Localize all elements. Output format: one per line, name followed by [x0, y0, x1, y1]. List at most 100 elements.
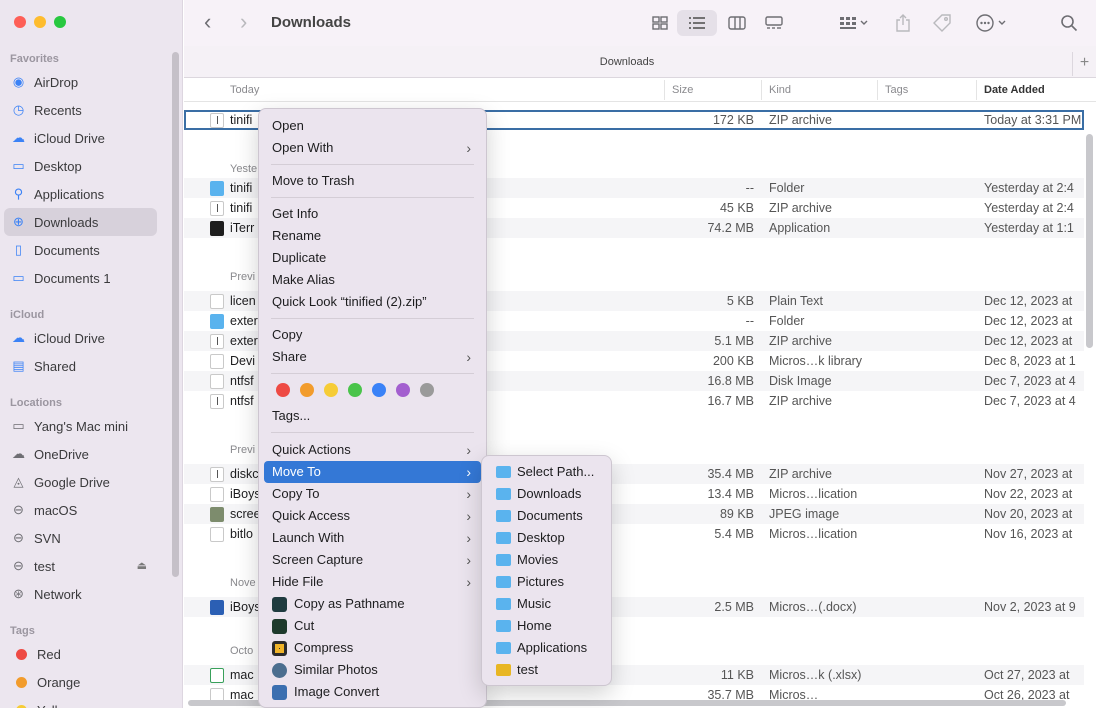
eject-icon[interactable]: ⏏ — [137, 559, 147, 572]
folder-icon — [496, 642, 511, 654]
submenu-item-desktop[interactable]: Desktop — [487, 527, 606, 549]
menu-image-convert[interactable]: Image Convert — [264, 681, 481, 703]
submenu-item-pictures[interactable]: Pictures — [487, 571, 606, 593]
menu-move-to-trash[interactable]: Move to Trash — [264, 170, 481, 192]
sidebar-item-macos[interactable]: ⊖ macOS — [4, 496, 157, 524]
submenu-item-downloads[interactable]: Downloads — [487, 483, 606, 505]
minimize-button[interactable] — [34, 16, 46, 28]
sidebar-item-icloud-drive[interactable]: ☁ iCloud Drive — [4, 324, 157, 352]
column-name[interactable]: Today — [230, 84, 259, 96]
submenu-item-test[interactable]: test — [487, 659, 606, 681]
sidebar-item-recents[interactable]: ◷ Recents — [4, 96, 157, 124]
file-kind: Micros…lication — [769, 527, 858, 541]
sidebar-item-desktop[interactable]: ▭ Desktop — [4, 152, 157, 180]
tab-downloads[interactable]: Downloads — [184, 56, 1070, 68]
menu-compress[interactable]: Compress — [264, 637, 481, 659]
menu-cut[interactable]: Cut — [264, 615, 481, 637]
file-kind: Micros…(.docx) — [769, 600, 857, 614]
action-button[interactable] — [974, 10, 1010, 36]
tag-color-swatch[interactable] — [324, 383, 338, 397]
submenu-item-applications[interactable]: Applications — [487, 637, 606, 659]
tag-color-swatch[interactable] — [420, 383, 434, 397]
menu-move-to[interactable]: Move To › — [264, 461, 481, 483]
menu-hide-file[interactable]: Hide File › — [264, 571, 481, 593]
tag-color-swatch[interactable] — [276, 383, 290, 397]
external-disk-icon: ⊖ — [13, 558, 24, 573]
column-size[interactable]: Size — [672, 84, 693, 96]
menu-rename[interactable]: Rename — [264, 225, 481, 247]
list-vertical-scrollbar[interactable] — [1086, 134, 1093, 348]
sidebar-item-shared[interactable]: ▤ Shared — [4, 352, 157, 380]
sidebar-item-orange[interactable]: Orange — [4, 668, 157, 696]
cloud-icon: ☁ — [12, 446, 25, 461]
menu-copy-to[interactable]: Copy To › — [264, 483, 481, 505]
sidebar-item-documents-1[interactable]: ▭ Documents 1 — [4, 264, 157, 292]
group-by-button[interactable] — [834, 10, 874, 36]
menu-quick-access[interactable]: Quick Access › — [264, 505, 481, 527]
file-kind: ZIP archive — [769, 334, 832, 348]
menu-quick-look[interactable]: Quick Look “tinified (2).zip” — [264, 291, 481, 313]
sidebar-item-svn[interactable]: ⊖ SVN — [4, 524, 157, 552]
tag-button[interactable] — [930, 10, 954, 36]
back-button[interactable]: ‹ — [204, 9, 211, 35]
menu-quick-actions[interactable]: Quick Actions › — [264, 439, 481, 461]
menu-launch-with[interactable]: Launch With › — [264, 527, 481, 549]
close-button[interactable] — [14, 16, 26, 28]
column-date-added[interactable]: Date Added — [984, 84, 1045, 96]
menu-similar-photos[interactable]: Similar Photos — [264, 659, 481, 681]
sidebar-item-label: Orange — [37, 674, 81, 690]
menu-tags[interactable]: Tags... — [264, 405, 481, 427]
list-view-button[interactable] — [677, 10, 717, 36]
submenu-item-select-path[interactable]: Select Path... — [487, 461, 606, 483]
sidebar-item-icloud-drive[interactable]: ☁ iCloud Drive — [4, 124, 157, 152]
menu-rename-label: Rename — [272, 228, 322, 243]
tag-dot-icon — [16, 676, 27, 688]
gallery-view-button[interactable] — [761, 10, 787, 36]
submenu-item-home[interactable]: Home — [487, 615, 606, 637]
column-kind[interactable]: Kind — [769, 84, 791, 96]
tag-dot-icon — [16, 704, 27, 708]
menu-duplicate[interactable]: Duplicate — [264, 247, 481, 269]
sidebar-item-downloads[interactable]: ⊕ Downloads — [4, 208, 157, 236]
menu-get-info[interactable]: Get Info — [264, 203, 481, 225]
menu-share[interactable]: Share › — [264, 346, 481, 368]
search-button[interactable] — [1058, 10, 1080, 36]
sidebar-item-yang-s-mac-mini[interactable]: ▭ Yang's Mac mini — [4, 412, 157, 440]
sidebar-item-network[interactable]: ⊛ Network — [4, 580, 157, 608]
sidebar-item-google-drive[interactable]: ◬ Google Drive — [4, 468, 157, 496]
sidebar-item-applications[interactable]: ⚲ Applications — [4, 180, 157, 208]
forward-button[interactable]: › — [240, 9, 247, 35]
submenu-item-movies[interactable]: Movies — [487, 549, 606, 571]
sidebar-item-documents[interactable]: ▯ Documents — [4, 236, 157, 264]
menu-screen-capture[interactable]: Screen Capture › — [264, 549, 481, 571]
submenu-item-music[interactable]: Music — [487, 593, 606, 615]
zoom-button[interactable] — [54, 16, 66, 28]
menu-copy[interactable]: Copy — [264, 324, 481, 346]
submenu-item-label: Downloads — [517, 486, 582, 501]
sidebar-scrollbar[interactable] — [172, 52, 179, 577]
doc-file-icon — [210, 527, 224, 542]
menu-open[interactable]: Open — [264, 115, 481, 137]
share-button[interactable] — [892, 10, 914, 36]
sidebar-item-red[interactable]: Red — [4, 640, 157, 668]
menu-copy-as-pathname[interactable]: Copy as Pathname — [264, 593, 481, 615]
tag-color-swatch[interactable] — [300, 383, 314, 397]
submenu-item-label: Desktop — [517, 530, 565, 545]
menu-make-alias[interactable]: Make Alias — [264, 269, 481, 291]
sidebar-item-onedrive[interactable]: ☁ OneDrive — [4, 440, 157, 468]
new-tab-button[interactable]: + — [1072, 52, 1096, 76]
submenu-item-documents[interactable]: Documents — [487, 505, 606, 527]
icon-view-button[interactable] — [647, 10, 673, 36]
column-view-button[interactable] — [724, 10, 750, 36]
menu-image-convert-label: Image Convert — [294, 684, 380, 699]
img-file-icon — [210, 507, 224, 522]
sidebar-item-yellow[interactable]: Yellow — [4, 696, 157, 708]
menu-open-with[interactable]: Open With › — [264, 137, 481, 159]
column-tags[interactable]: Tags — [885, 84, 908, 96]
sidebar-item-airdrop[interactable]: ◉ AirDrop — [4, 68, 157, 96]
tag-color-swatch[interactable] — [348, 383, 362, 397]
tag-color-swatch[interactable] — [372, 383, 386, 397]
tag-color-swatch[interactable] — [396, 383, 410, 397]
file-size: 5.1 MB — [714, 334, 754, 348]
sidebar-item-test[interactable]: ⊖ test ⏏ — [4, 552, 157, 580]
